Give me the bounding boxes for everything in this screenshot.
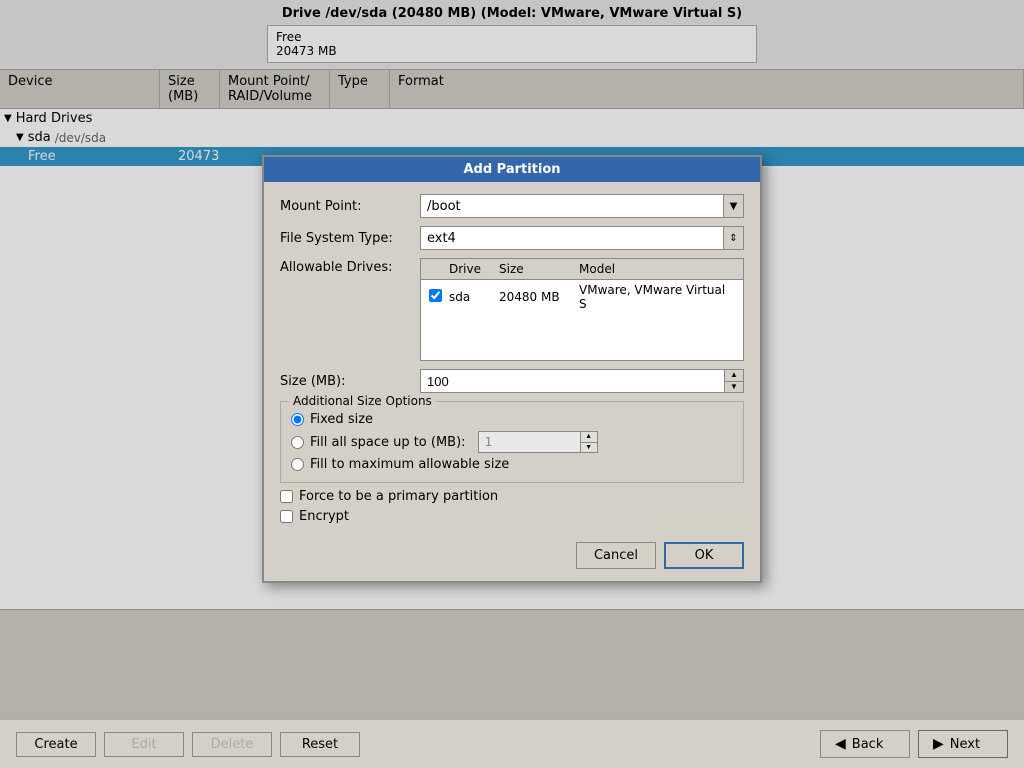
fs-type-arrow[interactable]: ⇕ (723, 227, 743, 249)
drives-row-size: 20480 MB (495, 289, 575, 305)
fixed-size-radio[interactable] (291, 413, 304, 426)
drives-row-check[interactable] (425, 288, 445, 306)
force-primary-label: Force to be a primary partition (299, 489, 498, 504)
size-options-legend: Additional Size Options (289, 394, 436, 408)
size-spin-input[interactable] (421, 372, 724, 391)
dialog-content: Mount Point: /boot ▼ File System Type: e… (264, 182, 760, 581)
drives-table-header: Drive Size Model (421, 259, 743, 280)
fs-type-combo[interactable]: ext4 ⇕ (420, 226, 744, 250)
fill-up-value: 1 (479, 433, 580, 451)
drives-table-body: sda 20480 MB VMware, VMware Virtual S (421, 280, 743, 360)
dialog-titlebar: Add Partition (264, 157, 760, 182)
fs-type-control: ext4 ⇕ (420, 226, 744, 250)
fill-spin-down: ▼ (581, 443, 597, 453)
fs-type-label: File System Type: (280, 231, 420, 246)
fill-up-label: Fill all space up to (MB): (310, 435, 466, 450)
cancel-button[interactable]: Cancel (576, 542, 656, 569)
drives-col-model: Model (575, 261, 739, 277)
back-label: Back (852, 737, 884, 752)
encrypt-row: Encrypt (280, 509, 744, 524)
drives-row-model: VMware, VMware Virtual S (575, 282, 739, 312)
drives-col-drive: Drive (445, 261, 495, 277)
allowable-drives-label: Allowable Drives: (280, 258, 420, 361)
encrypt-label: Encrypt (299, 509, 349, 524)
dialog-buttons: Cancel OK (280, 534, 744, 569)
create-label: Create (34, 737, 77, 752)
size-mb-label: Size (MB): (280, 374, 420, 389)
size-mb-control: ▲ ▼ (420, 369, 744, 393)
fill-max-row: Fill to maximum allowable size (291, 457, 733, 472)
fixed-size-label: Fixed size (310, 412, 373, 427)
mount-point-control: /boot ▼ (420, 194, 744, 218)
allowable-drives-container: Allowable Drives: Drive Size Model (280, 258, 744, 361)
delete-label: Delete (211, 737, 254, 752)
reset-button[interactable]: Reset (280, 732, 360, 757)
size-spin-box[interactable]: ▲ ▼ (420, 369, 744, 393)
next-arrow-icon: ▶ (933, 736, 944, 752)
fill-spin-up: ▲ (581, 432, 597, 443)
fs-type-row: File System Type: ext4 ⇕ (280, 226, 744, 250)
action-buttons: Create Edit Delete Reset (16, 732, 360, 757)
size-mb-row: Size (MB): ▲ ▼ (280, 369, 744, 393)
drives-table-row[interactable]: sda 20480 MB VMware, VMware Virtual S (421, 280, 743, 314)
mount-point-combo[interactable]: /boot ▼ (420, 194, 744, 218)
fill-up-spin: 1 ▲ ▼ (478, 431, 598, 453)
fs-type-value: ext4 (421, 229, 723, 248)
ok-button[interactable]: OK (664, 542, 744, 569)
fixed-size-row: Fixed size (291, 412, 733, 427)
drives-row-checkbox[interactable] (429, 289, 442, 302)
size-spin-up[interactable]: ▲ (725, 370, 743, 382)
encrypt-checkbox[interactable] (280, 510, 293, 523)
fill-up-row: Fill all space up to (MB): 1 ▲ ▼ (291, 431, 733, 453)
force-primary-checkbox[interactable] (280, 490, 293, 503)
edit-button[interactable]: Edit (104, 732, 184, 757)
bottom-toolbar: Create Edit Delete Reset ◀ Back ▶ Next (0, 719, 1024, 768)
fill-max-radio[interactable] (291, 458, 304, 471)
back-button[interactable]: ◀ Back (820, 730, 910, 758)
force-primary-row: Force to be a primary partition (280, 489, 744, 504)
mount-point-arrow[interactable]: ▼ (723, 195, 743, 217)
drives-table: Drive Size Model sda 20480 MB VMware, VM… (420, 258, 744, 361)
next-button[interactable]: ▶ Next (918, 730, 1008, 758)
dialog-overlay: Add Partition Mount Point: /boot ▼ File … (0, 0, 1024, 768)
add-partition-dialog: Add Partition Mount Point: /boot ▼ File … (262, 155, 762, 583)
mount-point-value: /boot (421, 197, 723, 216)
size-spin-down[interactable]: ▼ (725, 382, 743, 393)
drives-col-size: Size (495, 261, 575, 277)
edit-label: Edit (131, 737, 156, 752)
additional-size-options-group: Additional Size Options Fixed size Fill … (280, 401, 744, 483)
fill-up-radio[interactable] (291, 436, 304, 449)
mount-point-label: Mount Point: (280, 199, 420, 214)
back-arrow-icon: ◀ (835, 736, 846, 752)
drives-row-drive: sda (445, 289, 495, 305)
reset-label: Reset (302, 737, 338, 752)
size-spin-arrows: ▲ ▼ (724, 370, 743, 392)
fill-max-label: Fill to maximum allowable size (310, 457, 509, 472)
drives-col-check (425, 261, 445, 277)
nav-buttons: ◀ Back ▶ Next (820, 730, 1008, 758)
next-label: Next (950, 737, 980, 752)
mount-point-row: Mount Point: /boot ▼ (280, 194, 744, 218)
create-button[interactable]: Create (16, 732, 96, 757)
delete-button[interactable]: Delete (192, 732, 272, 757)
fill-spin-arrows: ▲ ▼ (580, 432, 597, 452)
